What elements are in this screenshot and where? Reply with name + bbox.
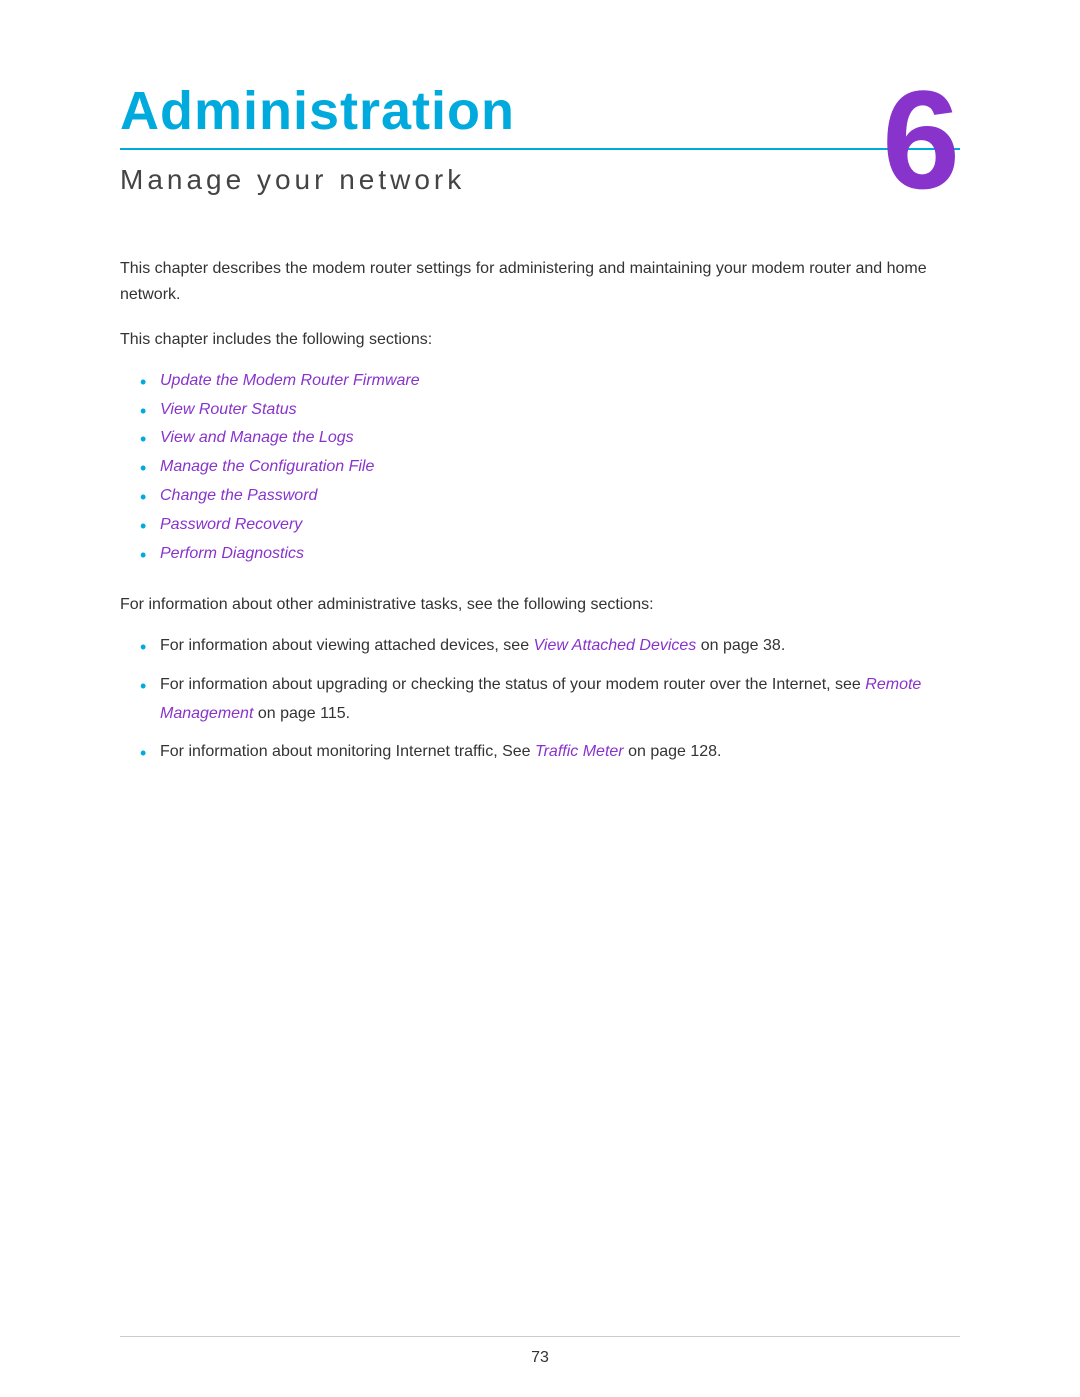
link-manage-config-file[interactable]: Manage the Configuration File — [160, 458, 374, 475]
list-item: Password Recovery — [140, 511, 960, 540]
additional-bullets-list: For information about viewing attached d… — [120, 632, 960, 767]
bullet-prefix-1: For information about viewing attached d… — [160, 637, 534, 654]
list-item: For information about upgrading or check… — [140, 671, 960, 729]
section-links-list: Update the Modem Router Firmware View Ro… — [120, 367, 960, 569]
link-view-router-status[interactable]: View Router Status — [160, 401, 297, 418]
bullet-suffix-3: on page 128. — [624, 743, 722, 760]
list-item: View and Manage the Logs — [140, 424, 960, 453]
list-item: For information about viewing attached d… — [140, 632, 960, 661]
chapter-number: 6 — [882, 70, 960, 210]
bullet-prefix-2: For information about upgrading or check… — [160, 676, 865, 693]
intro-paragraph-1: This chapter describes the modem router … — [120, 256, 960, 307]
bullet-prefix-3: For information about monitoring Interne… — [160, 743, 535, 760]
bullet-suffix-1: on page 38. — [696, 637, 785, 654]
link-change-password[interactable]: Change the Password — [160, 487, 317, 504]
list-item: For information about monitoring Interne… — [140, 738, 960, 767]
link-perform-diagnostics[interactable]: Perform Diagnostics — [160, 545, 304, 562]
link-view-manage-logs[interactable]: View and Manage the Logs — [160, 429, 354, 446]
bullet-suffix-2: on page 115. — [253, 705, 350, 722]
chapter-title: Administration — [120, 80, 960, 142]
list-item: Change the Password — [140, 482, 960, 511]
additional-info-intro: For information about other administrati… — [120, 592, 960, 618]
list-item: View Router Status — [140, 396, 960, 425]
header-section: Administration Manage your network 6 — [120, 80, 960, 196]
chapter-divider — [120, 148, 960, 150]
footer-divider — [120, 1336, 960, 1337]
page-container: Administration Manage your network 6 Thi… — [0, 0, 1080, 1397]
link-password-recovery[interactable]: Password Recovery — [160, 516, 302, 533]
section-intro: This chapter includes the following sect… — [120, 327, 960, 353]
link-update-firmware[interactable]: Update the Modem Router Firmware — [160, 372, 420, 389]
list-item: Update the Modem Router Firmware — [140, 367, 960, 396]
list-item: Perform Diagnostics — [140, 540, 960, 569]
link-view-attached-devices[interactable]: View Attached Devices — [534, 637, 697, 654]
page-number: 73 — [531, 1349, 549, 1367]
link-traffic-meter[interactable]: Traffic Meter — [535, 743, 624, 760]
chapter-subtitle: Manage your network — [120, 164, 960, 196]
content-section: This chapter describes the modem router … — [120, 256, 960, 767]
list-item: Manage the Configuration File — [140, 453, 960, 482]
